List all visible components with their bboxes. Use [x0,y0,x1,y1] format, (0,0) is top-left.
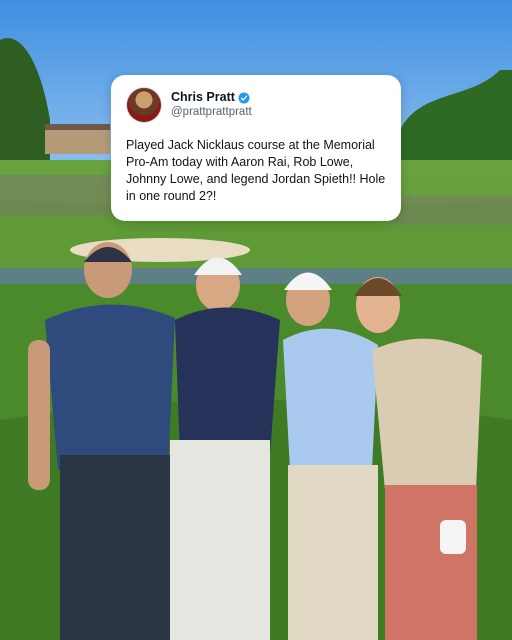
user-handle[interactable]: @prattprattpratt [171,105,252,120]
tweet-text: Played Jack Nicklaus course at the Memor… [126,138,389,203]
display-name[interactable]: Chris Pratt [171,90,235,105]
profile-avatar[interactable] [126,87,162,123]
verified-badge-icon [238,92,250,104]
tweet-header: Chris Pratt @prattprattpratt [126,87,387,123]
tweet-author: Chris Pratt @prattprattpratt [171,90,252,120]
tweet-card[interactable]: Chris Pratt @prattprattpratt Played Jack… [111,75,401,221]
